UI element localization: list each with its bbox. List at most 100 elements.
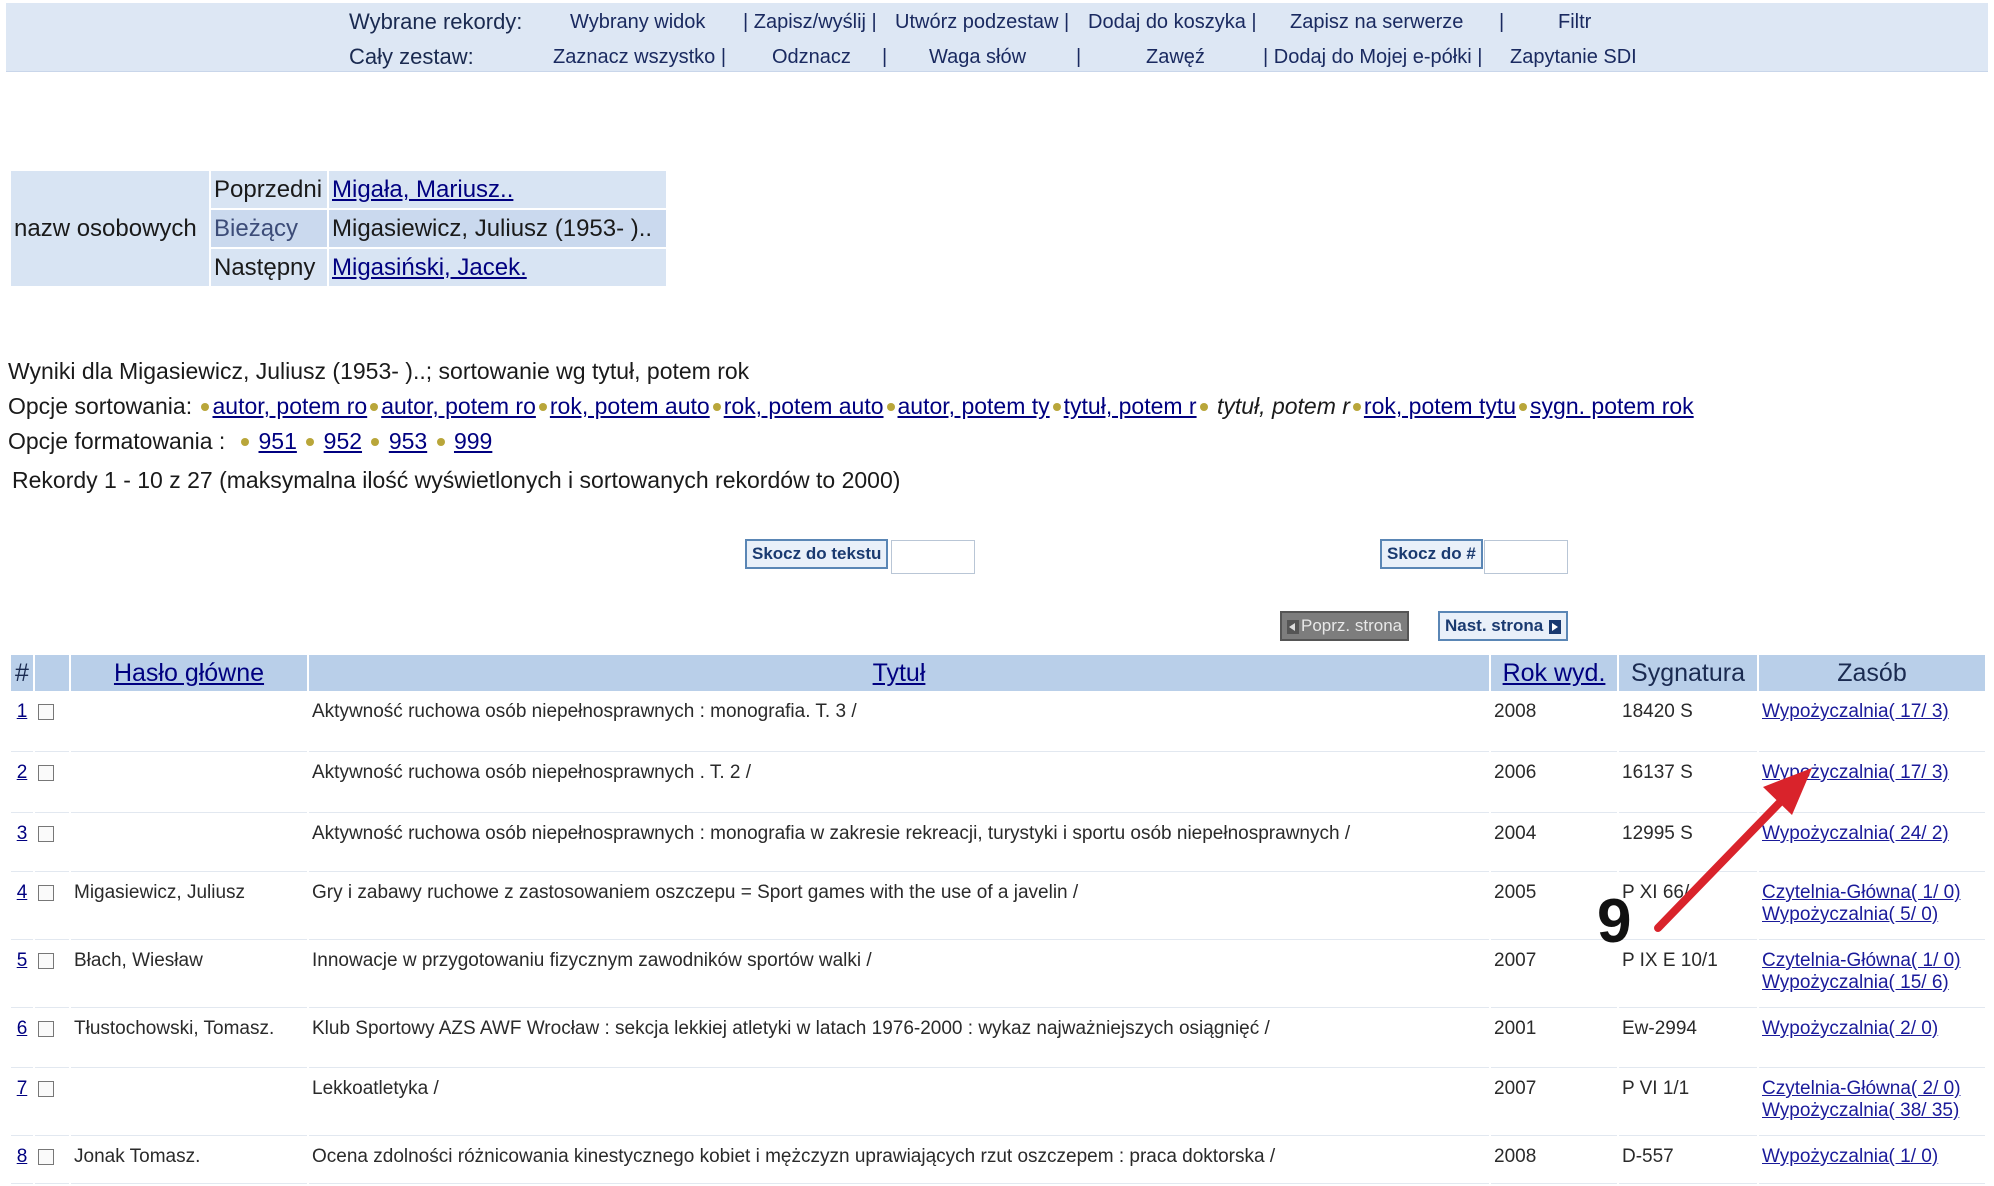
bullet-icon [306, 437, 315, 446]
next-page-button[interactable]: Nast. strona [1438, 611, 1569, 641]
bullet-icon [1199, 402, 1208, 411]
record-holdings: Wypożyczalnia( 17/ 3) [1759, 693, 1985, 752]
menu-separator: | [1076, 46, 1082, 68]
record-signature: D-557 [1619, 1138, 1757, 1184]
menu-selected-view[interactable]: Wybrany widok [570, 7, 705, 37]
record-title: Innowacje w przygotowaniu fizycznym zawo… [309, 942, 1489, 1008]
bullet-icon [1352, 402, 1361, 411]
menu-sdi-query[interactable]: Zapytanie SDI [1510, 42, 1637, 72]
col-author-header[interactable]: Hasło główne [71, 655, 307, 691]
holdings-link[interactable]: Czytelnia-Główna( 1/ 0) [1762, 950, 1961, 971]
menu-filter[interactable]: Filtr [1558, 7, 1591, 37]
record-checkbox[interactable] [38, 885, 54, 901]
menu-add-to-eshelf[interactable]: | Dodaj do Mojej e-półki | [1263, 42, 1482, 72]
menu-deselect[interactable]: Odznacz [772, 42, 851, 72]
table-header: # Hasło główne Tytuł Rok wyd. Sygnatura … [11, 655, 1985, 691]
browse-next-label: Następny [211, 249, 327, 286]
menu-save-send[interactable]: | Zapisz/wyślij | [743, 7, 877, 37]
col-holdings-header: Zasób [1759, 655, 1985, 691]
browse-prev-link[interactable]: Migała, Mariusz.. [332, 176, 513, 203]
record-signature: 12995 S [1619, 815, 1757, 872]
record-year: 2007 [1491, 1070, 1617, 1136]
browse-next-link[interactable]: Migasiński, Jacek. [332, 254, 527, 281]
record-signature: 16137 S [1619, 754, 1757, 813]
jump-to-number-input[interactable] [1484, 540, 1568, 574]
record-holdings: Czytelnia-Główna( 1/ 0) Wypożyczalnia( 5/… [1759, 874, 1985, 940]
record-number-link[interactable]: 3 [17, 823, 28, 844]
col-year-header[interactable]: Rok wyd. [1491, 655, 1617, 691]
record-checkbox[interactable] [38, 765, 54, 781]
table-row: 6 Tłustochowski, Tomasz. Klub Sportowy AZS… [11, 1010, 1985, 1068]
prev-page-button: Poprz. strona [1280, 611, 1410, 641]
record-number-link[interactable]: 4 [17, 882, 28, 903]
format-label: Opcje formatowania : [8, 428, 226, 454]
sort-option[interactable]: autor, potem ty [898, 393, 1050, 419]
table-row: 5 Błach, Wiesław Innowacje w przygotowaniu… [11, 942, 1985, 1008]
table-row: 3 Aktywność ruchowa osób niepełnosprawnyc… [11, 815, 1985, 872]
record-year: 2001 [1491, 1010, 1617, 1068]
sort-option-current: tytuł, potem r [1216, 393, 1350, 419]
table-row: 4 Migasiewicz, Juliusz Gry i zabawy ruchow… [11, 874, 1985, 940]
menu-add-to-cart[interactable]: Dodaj do koszyka | [1088, 7, 1257, 37]
record-checkbox[interactable] [38, 953, 54, 969]
holdings-link[interactable]: Wypożyczalnia( 17/ 3) [1762, 701, 1949, 722]
record-number-link[interactable]: 2 [17, 762, 28, 783]
holdings-link[interactable]: Wypożyczalnia( 38/ 35) [1762, 1100, 1959, 1121]
col-signature-header: Sygnatura [1619, 655, 1757, 691]
record-checkbox[interactable] [38, 1081, 54, 1097]
sort-option[interactable]: autor, potem ro [212, 393, 367, 419]
menu-save-on-server[interactable]: Zapisz na serwerze [1290, 7, 1463, 37]
table-row: 7 Lekkoatletyka /2007 P VI 1/1 Czytelnia-Gł… [11, 1070, 1985, 1136]
format-option[interactable]: 952 [324, 428, 362, 454]
record-title: Gry i zabawy ruchowe z zastosowaniem osz… [309, 874, 1489, 940]
jump-to-text-input[interactable] [891, 540, 975, 574]
record-number-link[interactable]: 1 [17, 701, 28, 722]
record-title: Aktywność ruchowa osób niepełnosprawnych… [309, 754, 1489, 813]
sort-option[interactable]: rok, potem auto [724, 393, 884, 419]
jump-to-text-button[interactable]: Skocz do tekstu [745, 539, 889, 569]
record-number-link[interactable]: 7 [17, 1078, 28, 1099]
results-heading: Wyniki dla Migasiewicz, Juliusz (1953- )… [8, 358, 750, 384]
sort-option[interactable]: rok, potem tytu [1364, 393, 1516, 419]
record-checkbox[interactable] [38, 1149, 54, 1165]
record-number-link[interactable]: 8 [17, 1146, 28, 1167]
browse-index-label: nazw osobowych [11, 171, 209, 286]
holdings-link[interactable]: Wypożyczalnia( 2/ 0) [1762, 1018, 1938, 1039]
format-option[interactable]: 999 [454, 428, 492, 454]
sort-option[interactable]: autor, potem ro [381, 393, 536, 419]
holdings-link[interactable]: Czytelnia-Główna( 1/ 0) [1762, 882, 1961, 903]
record-title: Aktywność ruchowa osób niepełnosprawnych… [309, 693, 1489, 752]
format-option[interactable]: 953 [389, 428, 427, 454]
record-checkbox[interactable] [38, 704, 54, 720]
menu-separator: | [1499, 11, 1505, 33]
holdings-link[interactable]: Wypożyczalnia( 5/ 0) [1762, 904, 1938, 925]
jump-to-number-button[interactable]: Skocz do # [1380, 539, 1483, 569]
record-holdings: Czytelnia-Główna( 1/ 0) Wypożyczalnia( 15… [1759, 942, 1985, 1008]
holdings-link[interactable]: Wypożyczalnia( 15/ 6) [1762, 972, 1949, 993]
menu-narrow[interactable]: Zawęź [1146, 42, 1205, 72]
col-title-header[interactable]: Tytuł [309, 655, 1489, 691]
results-table: # Hasło główne Tytuł Rok wyd. Sygnatura … [9, 653, 1987, 1186]
menu-word-weight[interactable]: Waga słów [929, 42, 1026, 72]
menu-create-subset[interactable]: Utwórz podzestaw | [895, 7, 1069, 37]
record-checkbox[interactable] [38, 1021, 54, 1037]
col-select-header [35, 655, 69, 691]
holdings-link[interactable]: Czytelnia-Główna( 2/ 0) [1762, 1078, 1961, 1099]
format-option[interactable]: 951 [259, 428, 297, 454]
record-author [71, 754, 307, 813]
annotation-number: 9 [1597, 887, 1632, 956]
table-row: 1 Aktywność ruchowa osób niepełnosprawnyc… [11, 693, 1985, 752]
record-number-link[interactable]: 6 [17, 1018, 28, 1039]
record-signature: P VI 1/1 [1619, 1070, 1757, 1136]
record-number-link[interactable]: 5 [17, 950, 28, 971]
holdings-link[interactable]: Wypożyczalnia( 24/ 2) [1762, 823, 1949, 844]
menu-separator: | [882, 46, 888, 68]
menu-select-all[interactable]: Zaznacz wszystko | [553, 42, 726, 72]
record-signature: P IX E 10/1 [1619, 942, 1757, 1008]
sort-option[interactable]: rok, potem auto [550, 393, 710, 419]
holdings-link[interactable]: Wypożyczalnia( 1/ 0) [1762, 1146, 1938, 1167]
sort-option[interactable]: tytuł, potem r [1064, 393, 1197, 419]
record-checkbox[interactable] [38, 826, 54, 842]
sort-option[interactable]: sygn. potem rok [1530, 393, 1694, 419]
holdings-link[interactable]: Wypożyczalnia( 17/ 3) [1762, 762, 1949, 783]
